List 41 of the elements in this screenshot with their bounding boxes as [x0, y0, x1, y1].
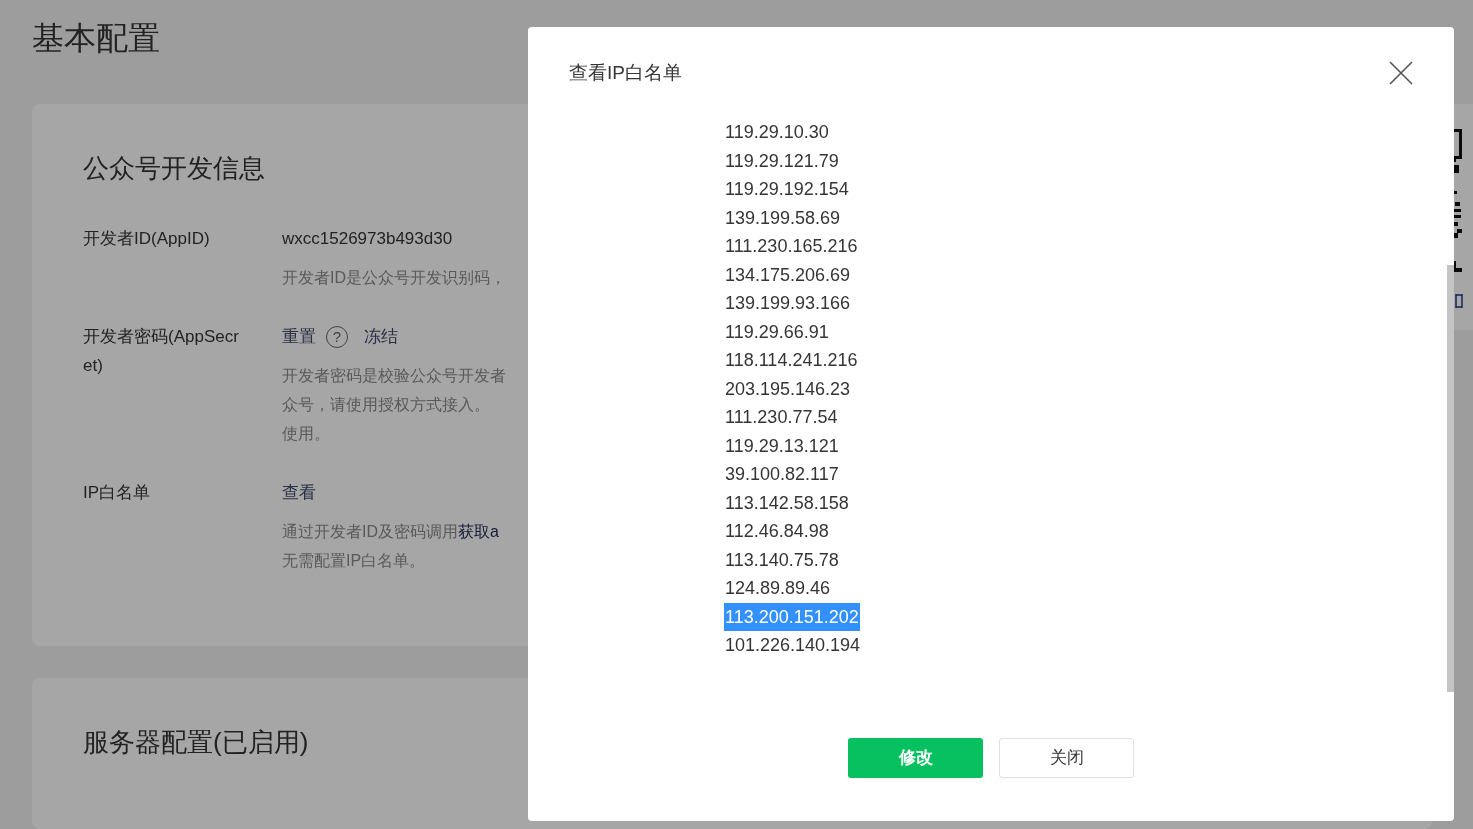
ip-address: 111.230.165.216	[724, 235, 859, 258]
scrollbar[interactable]	[1447, 265, 1454, 692]
description-text: 开发者ID是公众号开发识别码，	[282, 268, 506, 288]
ip-address: 118.114.241.216	[724, 349, 859, 372]
ip-address: 134.175.206.69	[724, 263, 852, 287]
page-title: 基本配置	[32, 19, 160, 58]
close-icon[interactable]	[1389, 61, 1413, 85]
ip-address: 111.230.77.54	[724, 406, 839, 429]
ip-address: 113.142.58.158	[724, 491, 850, 515]
field-label: 开发者密码(AppSecret)	[83, 326, 240, 377]
description-text: 开发者密码是校验公众号开发者	[282, 366, 506, 386]
bracket-icon	[1455, 294, 1463, 308]
section-title: 公众号开发信息	[83, 152, 265, 185]
field-label: 开发者ID(AppID)	[83, 228, 211, 250]
close-button[interactable]: 关闭	[999, 738, 1134, 778]
ip-address: 101.226.140.194	[724, 634, 862, 657]
text-link[interactable]: 查看	[282, 478, 316, 507]
ip-address: 119.29.10.30	[724, 121, 830, 144]
ip-address: 119.29.13.121	[724, 434, 840, 458]
dialog-title: 查看IP白名单	[569, 61, 682, 85]
ip-address: 113.200.151.202	[724, 602, 860, 631]
ip-address: 119.29.66.91	[724, 320, 830, 344]
description-text: 通过开发者ID及密码调用	[282, 522, 458, 542]
section-title: 服务器配置(已启用)	[83, 726, 309, 759]
ip-address: 119.29.121.79	[724, 149, 840, 173]
ip-address: 203.195.146.23	[724, 377, 852, 401]
ip-address: 112.46.84.98	[724, 520, 830, 543]
ip-address: 119.29.192.154	[724, 178, 850, 201]
ip-address: 124.89.89.46	[724, 577, 832, 600]
ip-address: 139.199.93.166	[724, 292, 852, 315]
description-text: 使用。	[282, 424, 330, 444]
text-link[interactable]: 获取a	[458, 517, 499, 546]
ip-address: 39.100.82.117	[724, 463, 840, 486]
ip-address: 139.199.58.69	[724, 206, 842, 230]
text-link[interactable]: 冻结	[364, 322, 398, 351]
ip-address: 113.140.75.78	[724, 548, 840, 572]
text-link[interactable]: 重置	[282, 322, 316, 351]
app-id-value: wxcc1526973b493d30	[282, 228, 453, 250]
field-label: IP白名单	[83, 482, 152, 504]
description-text: 众号，请使用授权方式接入。	[282, 395, 490, 415]
description-text: 无需配置IP白名单。	[282, 551, 426, 571]
